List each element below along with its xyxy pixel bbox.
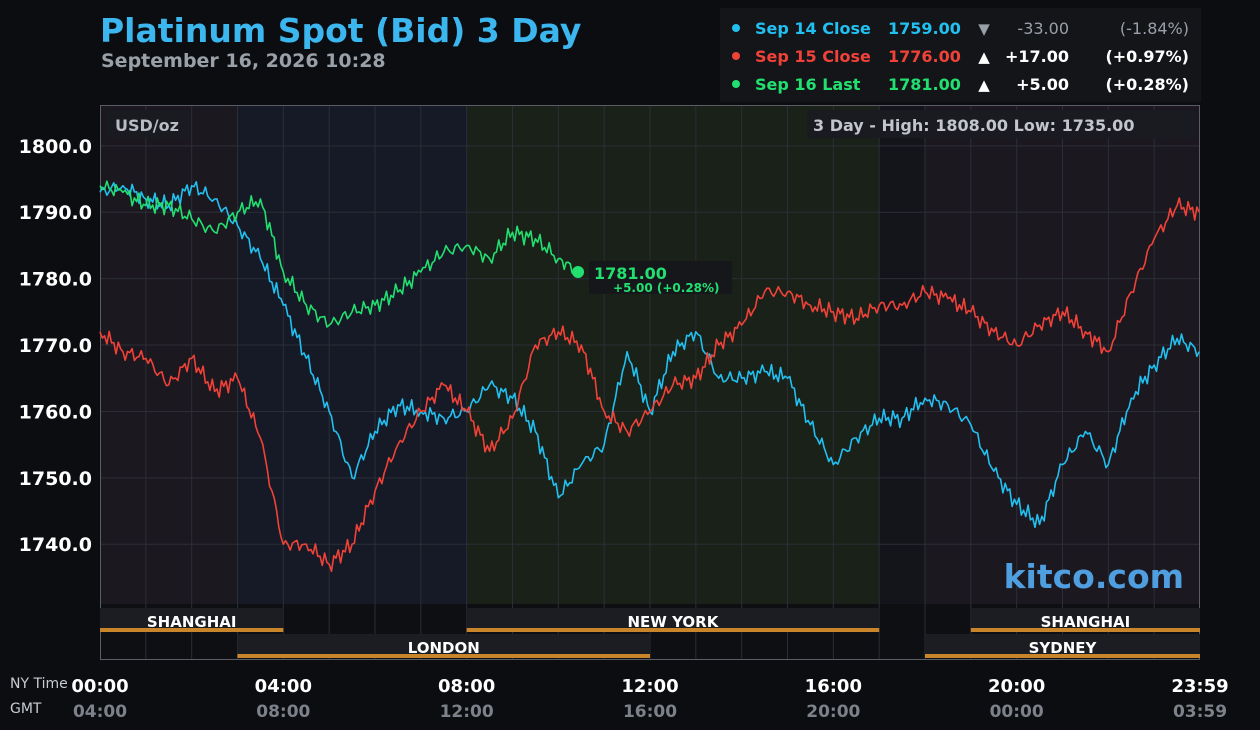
legend-label: Sep 14 Close (755, 19, 871, 38)
x-tick-gmt: 03:59 (1173, 702, 1227, 722)
x-tick-ny: 04:00 (255, 676, 312, 697)
x-tick-ny: 16:00 (805, 676, 862, 697)
legend-price: 1781.00 (888, 75, 961, 94)
x-tick-ny: 23:59 (1171, 676, 1228, 697)
legend-arrow: ▲ (978, 76, 990, 94)
y-tick-label: 1740.0 (19, 534, 92, 556)
legend-pct: (-1.84%) (1120, 19, 1189, 38)
x-axis-ticks: 00:00 04:00 04:00 08:00 08:00 12:00 12:00 16:00… (71, 676, 1228, 722)
legend-price: 1776.00 (888, 47, 961, 66)
y-tick-label: 1750.0 (19, 468, 92, 490)
x-tick-gmt: 08:00 (256, 702, 310, 722)
legend-arrow: ▼ (978, 20, 990, 38)
legend-change: -33.00 (1017, 19, 1069, 38)
session-band-3 (879, 106, 925, 604)
watermark: kitco.com (1004, 557, 1184, 596)
x-tick-ny: 00:00 (71, 676, 128, 697)
legend-pct: (+0.97%) (1105, 47, 1189, 66)
session-label: LONDON (408, 639, 480, 657)
x-tick-ny: 20:00 (988, 676, 1045, 697)
y-axis-ticks: 1800.0 1790.0 1780.0 1770.0 1760.0 1750.0 1740… (19, 136, 92, 556)
last-price-marker: 1781.00 +5.00 (+0.28%) (572, 261, 733, 295)
legend-change: +5.00 (1016, 75, 1069, 94)
legend-arrow: ▲ (978, 48, 990, 66)
legend-pct: (+0.28%) (1105, 75, 1189, 94)
range-label: 3 Day - High: 1808.00 Low: 1735.00 (813, 116, 1134, 135)
session-label: SHANGHAI (1041, 613, 1131, 631)
x-tick-gmt: 12:00 (440, 702, 494, 722)
y-tick-label: 1780.0 (19, 269, 92, 291)
x-tick-gmt: 20:00 (806, 702, 860, 722)
legend-price: 1759.00 (888, 19, 961, 38)
legend-change: +17.00 (1005, 47, 1069, 66)
session-label: SHANGHAI (147, 613, 237, 631)
unit-label: USD/oz (115, 116, 179, 135)
last-change-label: +5.00 (+0.28%) (613, 281, 720, 295)
chart-timestamp: September 16, 2026 10:28 (101, 50, 386, 72)
y-tick-label: 1760.0 (19, 401, 92, 423)
chart-title: Platinum Spot (Bid) 3 Day (100, 11, 581, 50)
x-tick-ny: 08:00 (438, 676, 495, 697)
session-label: SYDNEY (1029, 639, 1098, 657)
x-tick-gmt: 04:00 (73, 702, 127, 722)
y-tick-label: 1800.0 (19, 136, 92, 158)
y-tick-label: 1790.0 (19, 202, 92, 224)
session-band-1 (237, 106, 467, 604)
platinum-chart: Platinum Spot (Bid) 3 Day September 16, … (10, 8, 1229, 722)
session-label: NEW YORK (628, 613, 720, 631)
x-tick-ny: 12:00 (621, 676, 678, 697)
legend-dot (732, 24, 740, 32)
y-tick-label: 1770.0 (19, 335, 92, 357)
ny-time-label: NY Time (10, 676, 68, 692)
session-band-0 (100, 106, 238, 604)
last-price-dot (572, 266, 585, 278)
legend-label: Sep 15 Close (755, 47, 871, 66)
gmt-label: GMT (10, 701, 42, 717)
legend-label: Sep 16 Last (755, 75, 861, 94)
x-tick-gmt: 00:00 (990, 702, 1044, 722)
legend-dot (732, 80, 740, 88)
legend: Sep 14 Close 1759.00 ▼ -33.00 (-1.84%) Sep 15… (732, 19, 1189, 94)
legend-dot (732, 52, 740, 60)
x-tick-gmt: 16:00 (623, 702, 677, 722)
